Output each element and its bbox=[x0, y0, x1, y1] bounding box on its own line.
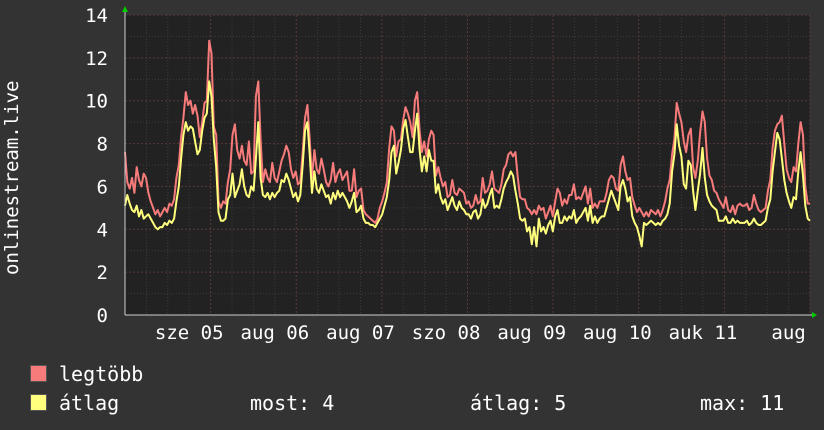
y-tick-label: 12 bbox=[85, 48, 108, 70]
x-tick-label: aug 07 bbox=[326, 322, 395, 344]
y-tick-label: 0 bbox=[97, 305, 108, 327]
y-ticks: 0 2 4 6 8 10 12 14 bbox=[85, 5, 108, 327]
legend: legtöbb átlag most: 4 átlag: 5 max: 11 bbox=[30, 362, 810, 420]
y-tick-label: 4 bbox=[97, 219, 108, 241]
x-tick-label: sze 05 bbox=[155, 322, 224, 344]
y-axis-label: onlinestream.live bbox=[1, 81, 23, 275]
legend-row-legtobb: legtöbb bbox=[30, 362, 810, 391]
y-tick-label: 8 bbox=[97, 134, 108, 156]
stat-most: most: 4 bbox=[250, 391, 335, 415]
legend-swatch-legtobb bbox=[30, 365, 47, 382]
y-tick-label: 6 bbox=[97, 176, 108, 198]
x-tick-label: szo 08 bbox=[412, 322, 481, 344]
y-tick-label: 14 bbox=[85, 5, 108, 27]
x-tick-label: aug 06 bbox=[241, 322, 310, 344]
legend-label-legtobb: legtöbb bbox=[59, 362, 144, 386]
y-axis-arrow bbox=[122, 6, 128, 12]
x-axis-arrow bbox=[812, 312, 817, 318]
x-ticks: sze 05 aug 06 aug 07 szo 08 aug 09 aug 10 auk … bbox=[155, 322, 806, 344]
stat-atlag: átlag: 5 bbox=[470, 391, 567, 415]
legend-row-atlag: átlag most: 4 átlag: 5 max: 11 bbox=[30, 391, 810, 420]
legend-label-atlag: átlag bbox=[59, 391, 120, 415]
legend-swatch-atlag bbox=[30, 394, 47, 411]
stat-max: max: 11 bbox=[700, 391, 785, 415]
y-tick-label: 10 bbox=[85, 91, 108, 113]
y-tick-label: 2 bbox=[97, 262, 108, 284]
x-tick-label: aug 10 bbox=[583, 322, 652, 344]
x-tick-label: aug bbox=[771, 322, 805, 344]
x-tick-label: auk 11 bbox=[669, 322, 738, 344]
x-tick-label: aug 09 bbox=[497, 322, 566, 344]
